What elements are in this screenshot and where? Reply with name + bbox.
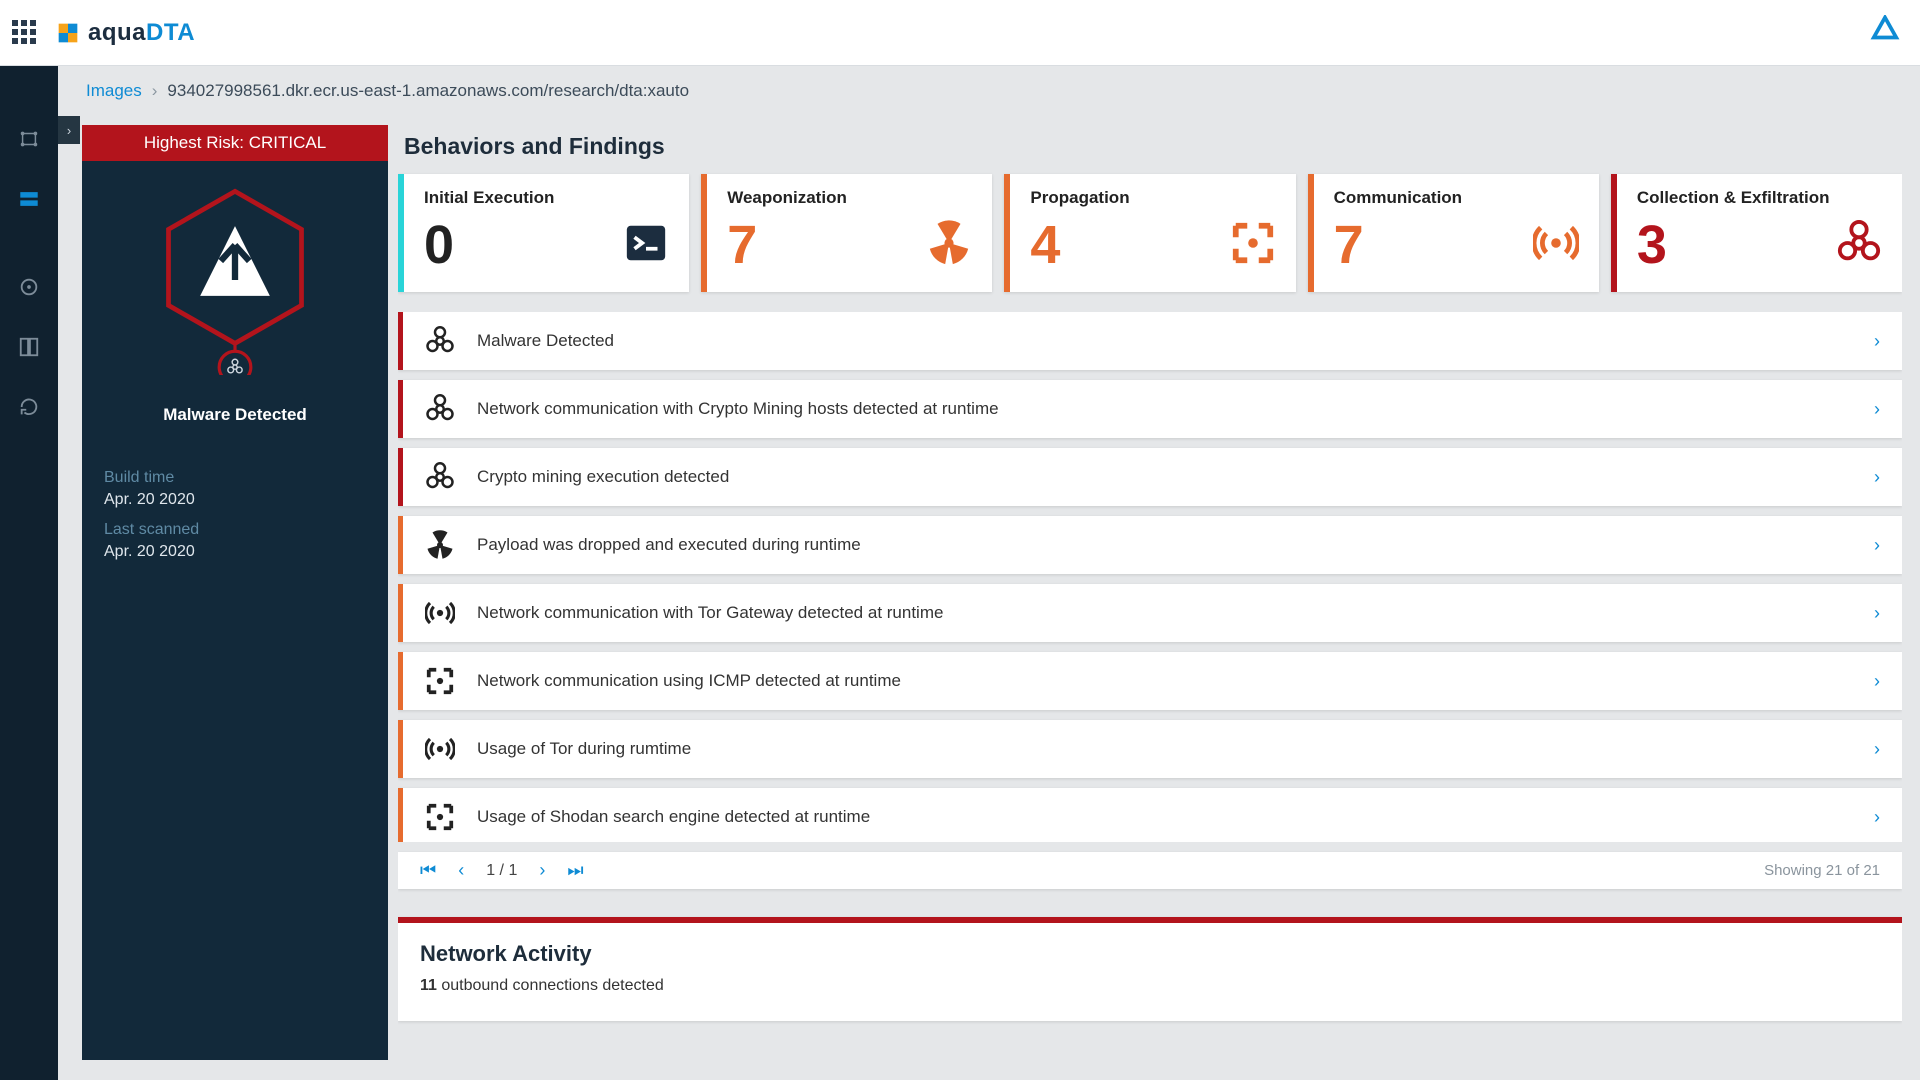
logo-mark-icon <box>54 19 82 47</box>
breadcrumb-root[interactable]: Images <box>86 81 142 101</box>
stage-card-propagation[interactable]: Propagation 4 <box>1004 174 1295 292</box>
network-activity-title: Network Activity <box>420 941 1880 967</box>
stage-title: Weaponization <box>727 188 972 208</box>
stage-count: 3 <box>1637 214 1667 276</box>
chevron-right-icon: › <box>1874 331 1880 352</box>
stage-count: 0 <box>424 214 454 276</box>
finding-text: Payload was dropped and executed during … <box>477 535 1874 555</box>
finding-row[interactable]: Usage of Shodan search engine detected a… <box>398 788 1902 842</box>
stage-card-communication[interactable]: Communication 7 <box>1308 174 1599 292</box>
finding-row[interactable]: Network communication with Tor Gateway d… <box>398 584 1902 642</box>
account-icon[interactable] <box>1870 15 1900 50</box>
pager-showing-text: Showing 21 of 21 <box>1764 862 1880 879</box>
expand-icon <box>425 666 455 696</box>
terminal-icon <box>623 220 669 271</box>
radiation-icon <box>425 530 455 560</box>
findings-list: Malware Detected›Network communication w… <box>398 312 1902 842</box>
finding-text: Network communication using ICMP detecte… <box>477 671 1874 691</box>
apps-launcher-icon[interactable] <box>12 20 38 46</box>
pagination-bar: ⏮ ‹ 1 / 1 › ⏭ Showing 21 of 21 <box>398 852 1902 889</box>
stage-title: Initial Execution <box>424 188 669 208</box>
stage-count: 4 <box>1030 214 1060 276</box>
stage-card-exfil[interactable]: Collection & Exfiltration 3 <box>1611 174 1902 292</box>
nav-item-layout[interactable] <box>16 334 42 360</box>
chevron-right-icon: › <box>1874 603 1880 624</box>
chevron-right-icon: › <box>1874 739 1880 760</box>
page-indicator: 1 / 1 <box>486 862 517 880</box>
stage-title: Propagation <box>1030 188 1275 208</box>
brand-name: aquaDTA <box>88 19 195 47</box>
nav-item-target[interactable] <box>16 274 42 300</box>
killchain-stages: Initial Execution 0 Weaponization 7 Propagat… <box>398 174 1902 292</box>
broadcast-icon <box>1533 220 1579 271</box>
main-content: Behaviors and Findings Initial Execution… <box>398 125 1902 1080</box>
stage-title: Communication <box>1334 188 1579 208</box>
expand-icon <box>1230 220 1276 271</box>
stage-count: 7 <box>1334 214 1364 276</box>
chevron-right-icon: › <box>152 81 158 101</box>
threat-label: Malware Detected <box>163 405 307 425</box>
finding-row[interactable]: Usage of Tor during rumtime› <box>398 720 1902 778</box>
nav-item-images[interactable] <box>16 186 42 212</box>
biohazard-icon <box>425 394 455 424</box>
build-time-label: Build time <box>104 469 366 487</box>
brand-logo[interactable]: aquaDTA <box>54 19 195 47</box>
finding-text: Crypto mining execution detected <box>477 467 1874 487</box>
topbar: aquaDTA <box>0 0 1920 66</box>
finding-row[interactable]: Network communication with Crypto Mining… <box>398 380 1902 438</box>
risk-banner: Highest Risk: CRITICAL <box>82 125 388 161</box>
last-scanned-value: Apr. 20 2020 <box>104 543 366 561</box>
stage-count: 7 <box>727 214 757 276</box>
finding-text: Usage of Shodan search engine detected a… <box>477 807 1874 827</box>
chevron-right-icon: › <box>1874 807 1880 828</box>
network-activity-subtitle: 11 outbound connections detected <box>420 977 1880 995</box>
last-scanned-label: Last scanned <box>104 521 366 539</box>
biohazard-icon <box>1836 220 1882 271</box>
nav-rail <box>0 66 58 1080</box>
finding-row[interactable]: Malware Detected› <box>398 312 1902 370</box>
pager-prev-icon[interactable]: ‹ <box>458 860 464 881</box>
finding-text: Network communication with Crypto Mining… <box>477 399 1874 419</box>
stage-card-weapon[interactable]: Weaponization 7 <box>701 174 992 292</box>
chevron-right-icon: › <box>1874 535 1880 556</box>
nav-item-refresh[interactable] <box>16 394 42 420</box>
risk-summary-panel: Highest Risk: CRITICAL Malware Detected … <box>82 125 388 1060</box>
threat-hexagon-icon <box>150 185 320 375</box>
chevron-right-icon: › <box>1874 399 1880 420</box>
sidepanel-collapse-toggle[interactable]: › <box>58 116 80 144</box>
chevron-right-icon: › <box>1874 671 1880 692</box>
finding-row[interactable]: Crypto mining execution detected› <box>398 448 1902 506</box>
stage-title: Collection & Exfiltration <box>1637 188 1882 208</box>
pager-last-icon[interactable]: ⏭ <box>567 860 583 881</box>
biohazard-icon <box>425 462 455 492</box>
breadcrumb-current: 934027998561.dkr.ecr.us-east-1.amazonaws… <box>167 81 689 101</box>
finding-row[interactable]: Payload was dropped and executed during … <box>398 516 1902 574</box>
biohazard-icon <box>425 326 455 356</box>
stage-card-execution[interactable]: Initial Execution 0 <box>398 174 689 292</box>
broadcast-icon <box>425 598 455 628</box>
build-time-value: Apr. 20 2020 <box>104 491 366 509</box>
finding-text: Usage of Tor during rumtime <box>477 739 1874 759</box>
expand-icon <box>425 802 455 832</box>
finding-row[interactable]: Network communication using ICMP detecte… <box>398 652 1902 710</box>
finding-text: Malware Detected <box>477 331 1874 351</box>
radiation-icon <box>926 220 972 271</box>
broadcast-icon <box>425 734 455 764</box>
nav-item-overview[interactable] <box>16 126 42 152</box>
finding-text: Network communication with Tor Gateway d… <box>477 603 1874 623</box>
behaviors-findings-title: Behaviors and Findings <box>404 133 1902 160</box>
pager-next-icon[interactable]: › <box>539 860 545 881</box>
chevron-right-icon: › <box>1874 467 1880 488</box>
pager-first-icon[interactable]: ⏮ <box>420 860 436 881</box>
breadcrumb: Images › 934027998561.dkr.ecr.us-east-1.… <box>58 66 1920 116</box>
network-activity-card: Network Activity 11 outbound connections… <box>398 917 1902 1021</box>
